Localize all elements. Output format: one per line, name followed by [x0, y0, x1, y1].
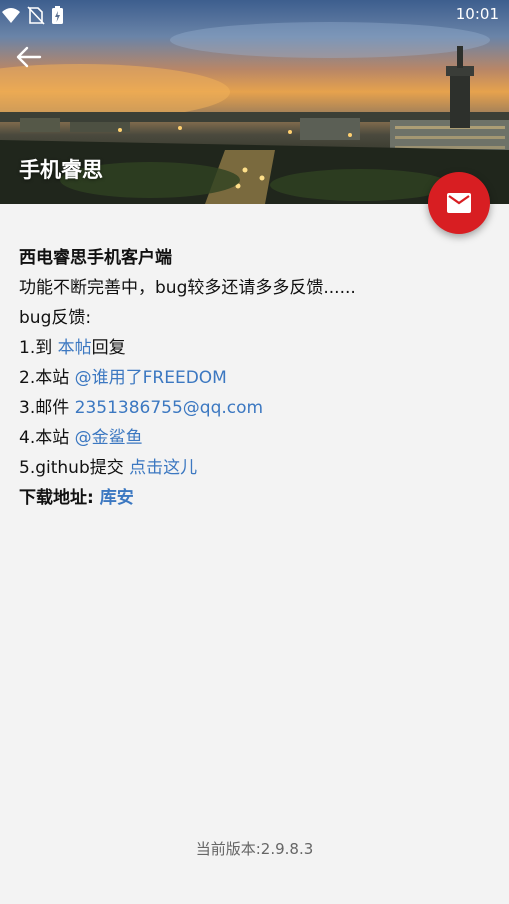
battery-charging-icon [52, 6, 63, 24]
arrow-left-icon [16, 46, 42, 68]
back-button[interactable] [14, 44, 44, 70]
feedback-item-5: 5.github提交 点击这儿 [19, 453, 489, 483]
user-link-freedom[interactable]: @谁用了FREEDOM [75, 368, 227, 388]
wifi-icon [2, 8, 20, 23]
thread-link[interactable]: 本帖 [58, 338, 92, 358]
feedback-item-prefix: 4.本站 [19, 428, 75, 448]
app-name: 西电睿思手机客户端 [19, 248, 172, 268]
feedback-item-suffix: 回复 [91, 338, 126, 358]
mail-icon [447, 193, 471, 213]
page-title: 手机睿思 [19, 158, 103, 182]
download-label: 下载地址: [19, 488, 100, 508]
version-text: 当前版本:2.9.8.3 [195, 840, 314, 858]
download-row: 下载地址: 库安 [19, 483, 489, 513]
status-time: 10:01 [455, 5, 499, 23]
about-content: 西电睿思手机客户端 功能不断完善中，bug较多还请多多反馈...... bug反… [19, 243, 489, 513]
feedback-item-prefix: 1.到 [19, 338, 58, 358]
feedback-item-1: 1.到 本帖回复 [19, 333, 489, 363]
no-sim-icon [27, 6, 45, 25]
feedback-item-prefix: 2.本站 [19, 368, 75, 388]
feedback-item-3: 3.邮件 2351386755@qq.com [19, 393, 489, 423]
app-description: 功能不断完善中，bug较多还请多多反馈...... [19, 278, 356, 298]
feedback-item-prefix: 3.邮件 [19, 398, 75, 418]
download-link[interactable]: 库安 [100, 488, 134, 508]
email-link[interactable]: 2351386755@qq.com [75, 398, 263, 418]
header-banner: 10:01 手机睿思 [0, 0, 509, 204]
feedback-item-4: 4.本站 @金鲨鱼 [19, 423, 489, 453]
feedback-item-2: 2.本站 @谁用了FREEDOM [19, 363, 489, 393]
feedback-item-prefix: 5.github提交 [19, 458, 130, 478]
status-bar: 10:01 [0, 0, 509, 28]
feedback-label: bug反馈: [19, 308, 92, 328]
github-link[interactable]: 点击这儿 [129, 458, 197, 478]
feedback-mail-button[interactable] [428, 172, 490, 234]
user-link-shark[interactable]: @金鲨鱼 [75, 428, 143, 448]
